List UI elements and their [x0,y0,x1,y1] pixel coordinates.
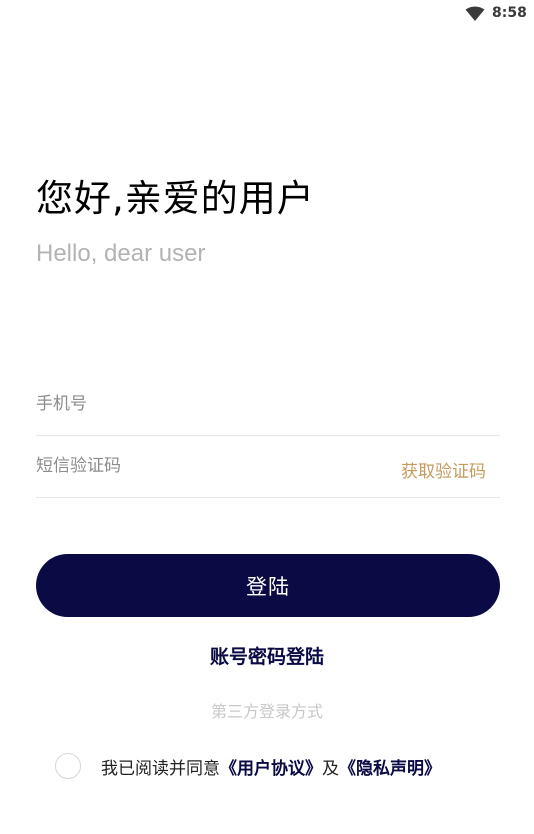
account-password-login-link[interactable]: 账号密码登陆 [0,642,534,669]
phone-field [36,373,500,436]
login-button[interactable]: 登陆 [36,554,500,617]
agreement-row: 我已阅读并同意 《用户协议》 及 《隐私声明》 [55,751,441,781]
status-bar: 8:58 [0,0,534,28]
greeting-title: 您好,亲爱的用户 [36,177,315,220]
status-time: 8:58 [492,5,527,21]
code-field: 获取验证码 [36,435,500,498]
greeting-subtitle: Hello, dear user [36,240,206,267]
user-agreement-link[interactable]: 《用户协议》 [220,754,322,779]
agreement-conjunction: 及 [322,758,339,779]
wifi-icon [465,6,485,21]
sms-code-input[interactable] [36,449,366,483]
third-party-login-label: 第三方登录方式 [210,702,323,721]
privacy-policy-link[interactable]: 《隐私声明》 [339,754,441,779]
agreement-prefix: 我已阅读并同意 [101,758,220,779]
agreement-checkbox[interactable] [55,753,81,779]
phone-input[interactable] [36,387,366,421]
get-code-button[interactable]: 获取验证码 [401,457,486,482]
